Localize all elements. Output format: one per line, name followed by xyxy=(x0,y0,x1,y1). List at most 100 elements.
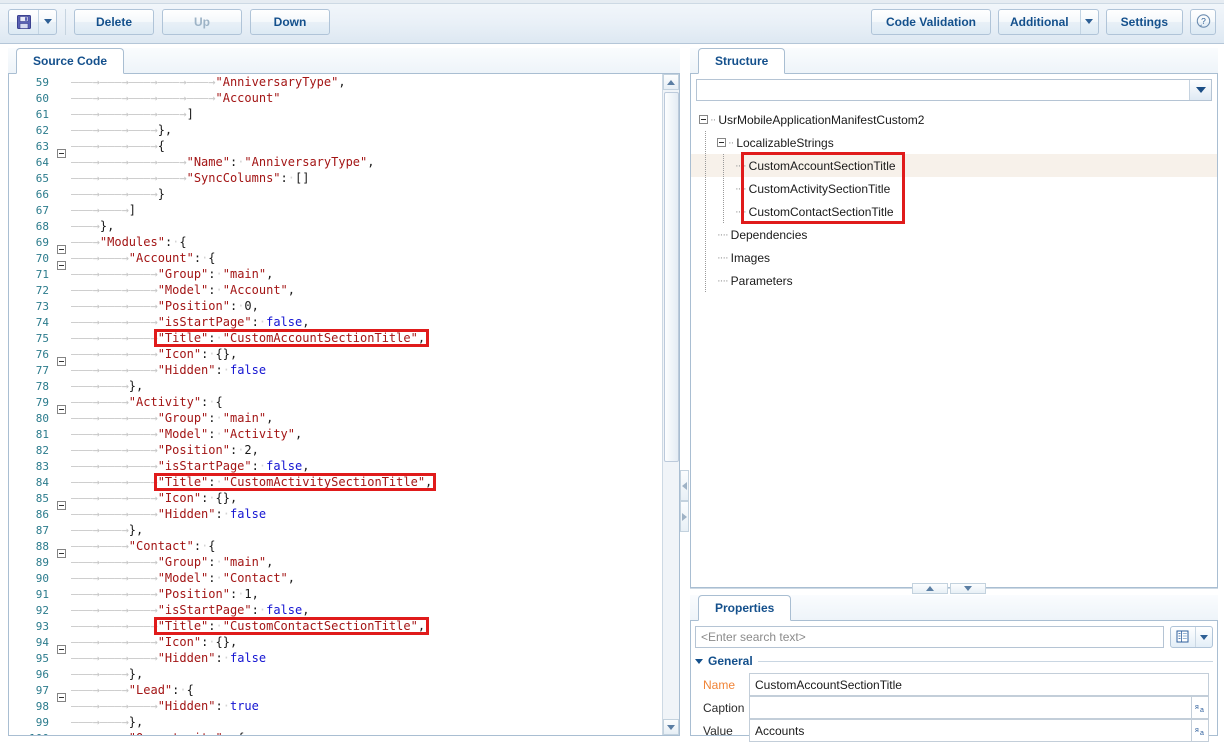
code-line[interactable]: 63 ———→———→———→{ xyxy=(9,138,662,158)
code-line[interactable]: 100 ———→———→"Opportunity":·{ xyxy=(9,730,662,735)
code-line[interactable]: 59 ———→———→———→———→———→"AnniversaryType", xyxy=(9,74,662,90)
splitter-handle[interactable] xyxy=(680,470,689,532)
structure-search-input[interactable] xyxy=(697,80,1189,100)
code-line[interactable]: 87 ———→———→}, xyxy=(9,522,662,538)
scroll-down-button[interactable] xyxy=(663,719,679,735)
code-line[interactable]: 94 ———→———→———→"Icon":·{}, xyxy=(9,634,662,654)
tree-node-label[interactable]: UsrMobileApplicationManifestCustom2 xyxy=(718,113,924,127)
code-line[interactable]: 74 ———→———→———→"isStartPage":·false, xyxy=(9,314,662,330)
splitter-collapse-right-button[interactable] xyxy=(680,501,689,532)
property-value-field[interactable] xyxy=(749,696,1192,719)
code-line[interactable]: 95 ———→———→———→"Hidden":·false xyxy=(9,650,662,666)
code-line[interactable]: 70 ———→———→"Account":·{ xyxy=(9,250,662,270)
code-line[interactable]: 64 ———→———→———→———→"Name":·"AnniversaryTy… xyxy=(9,154,662,170)
localize-icon[interactable]: яa xyxy=(1192,696,1209,719)
additional-dropdown-arrow[interactable] xyxy=(1079,9,1098,34)
code-line[interactable]: 84 ———→———→———→"Title":·"CustomActivitySe… xyxy=(9,474,662,490)
code-line[interactable]: 93 ———→———→———→"Title":·"CustomContactSec… xyxy=(9,618,662,634)
property-value-field[interactable]: CustomAccountSectionTitle xyxy=(749,673,1209,696)
code-line[interactable]: 82 ———→———→———→"Position":·2, xyxy=(9,442,662,458)
properties-toolbar-button[interactable] xyxy=(1170,626,1213,648)
code-line[interactable]: 68 ———→}, xyxy=(9,218,662,234)
collapse-icon[interactable] xyxy=(57,549,66,558)
tree-leaf[interactable]: ···· Dependencies xyxy=(691,223,1217,246)
tree-node-label[interactable]: Parameters xyxy=(731,274,793,288)
collapse-icon[interactable] xyxy=(57,645,66,654)
code-line[interactable]: 86 ———→———→———→"Hidden":·false xyxy=(9,506,662,522)
code-line[interactable]: 65 ———→———→———→———→"SyncColumns":·[] xyxy=(9,170,662,186)
code-line[interactable]: 61 ———→———→———→———→] xyxy=(9,106,662,122)
code-line[interactable]: 92 ———→———→———→"isStartPage":·false, xyxy=(9,602,662,618)
code-line[interactable]: 85 ———→———→———→"Icon":·{}, xyxy=(9,490,662,510)
code-line[interactable]: 91 ———→———→———→"Position":·1, xyxy=(9,586,662,602)
collapse-icon[interactable] xyxy=(57,149,66,158)
localize-icon[interactable]: яa xyxy=(1192,719,1209,742)
tree-node[interactable]: ·· LocalizableStrings xyxy=(691,131,1217,154)
settings-button[interactable]: Settings xyxy=(1105,8,1183,35)
collapse-icon[interactable] xyxy=(57,693,66,702)
code-line[interactable]: 97 ———→———→"Lead":·{ xyxy=(9,682,662,702)
property-list-icon[interactable] xyxy=(1171,627,1195,647)
code-line[interactable]: 88 ———→———→"Contact":·{ xyxy=(9,538,662,558)
triangle-down-icon[interactable] xyxy=(695,658,703,664)
code-validation-button[interactable]: Code Validation xyxy=(870,8,991,35)
tab-properties[interactable]: Properties xyxy=(698,595,792,621)
save-dropdown-arrow[interactable] xyxy=(38,9,56,34)
code-line[interactable]: 90 ———→———→———→"Model":·"Contact", xyxy=(9,570,662,586)
splitter-collapse-up-button[interactable] xyxy=(912,583,948,594)
collapse-icon[interactable] xyxy=(57,245,66,254)
tab-structure[interactable]: Structure xyxy=(698,48,786,74)
code-line[interactable]: 69 ———→"Modules":·{ xyxy=(9,234,662,254)
tree-leaf[interactable]: ···· Images xyxy=(691,246,1217,269)
code-line[interactable]: 98 ———→———→———→"Hidden":·true xyxy=(9,698,662,714)
code-line[interactable]: 78 ———→———→}, xyxy=(9,378,662,394)
code-vertical-scrollbar[interactable] xyxy=(662,74,679,735)
collapse-icon[interactable] xyxy=(57,261,66,270)
code-line[interactable]: 81 ———→———→———→"Model":·"Activity", xyxy=(9,426,662,442)
tree-node[interactable]: ·· UsrMobileApplicationManifestCustom2 xyxy=(691,108,1217,131)
code-line[interactable]: 73 ———→———→———→"Position":·0, xyxy=(9,298,662,314)
collapse-icon[interactable] xyxy=(57,501,66,510)
tree-node-label[interactable]: LocalizableStrings xyxy=(736,136,833,150)
collapse-icon[interactable] xyxy=(717,138,726,147)
code-line[interactable]: 96 ———→———→}, xyxy=(9,666,662,682)
scroll-up-button[interactable] xyxy=(663,74,679,90)
up-button[interactable]: Up xyxy=(162,8,242,35)
code-line[interactable]: 89 ———→———→———→"Group":·"main", xyxy=(9,554,662,570)
tree-leaf[interactable]: ···· CustomAccountSectionTitle xyxy=(691,154,1217,177)
additional-button[interactable]: Additional xyxy=(997,8,1099,35)
code-line[interactable]: 79 ———→———→"Activity":·{ xyxy=(9,394,662,414)
code-line[interactable]: 99 ———→———→}, xyxy=(9,714,662,730)
code-line[interactable]: 72 ———→———→———→"Model":·"Account", xyxy=(9,282,662,298)
vertical-splitter[interactable] xyxy=(680,48,688,736)
code-editor[interactable]: 59 ———→———→———→———→———→"AnniversaryType",… xyxy=(9,74,662,735)
tree-node-label[interactable]: CustomActivitySectionTitle xyxy=(749,182,891,196)
floppy-disk-icon[interactable] xyxy=(9,10,38,34)
properties-group-general[interactable]: General xyxy=(695,653,1213,669)
tree-node-label[interactable]: CustomAccountSectionTitle xyxy=(749,159,896,173)
code-line[interactable]: 75 ———→———→———→"Title":·"CustomAccountSec… xyxy=(9,330,662,346)
tree-leaf[interactable]: ···· CustomContactSectionTitle xyxy=(691,200,1217,223)
properties-search-field[interactable]: <Enter search text> xyxy=(695,626,1164,648)
tab-source-code[interactable]: Source Code xyxy=(16,48,125,74)
help-button[interactable]: ? xyxy=(1190,8,1216,35)
code-line[interactable]: 62 ———→———→———→}, xyxy=(9,122,662,138)
delete-button[interactable]: Delete xyxy=(74,8,154,35)
collapse-icon[interactable] xyxy=(57,405,66,414)
structure-tree[interactable]: ·· UsrMobileApplicationManifestCustom2 ·· L… xyxy=(691,108,1217,587)
property-value-field[interactable]: Accounts xyxy=(749,719,1192,742)
code-line[interactable]: 66 ———→———→———→} xyxy=(9,186,662,202)
collapse-icon[interactable] xyxy=(57,357,66,366)
code-line[interactable]: 76 ———→———→———→"Icon":·{}, xyxy=(9,346,662,366)
scroll-thumb[interactable] xyxy=(664,92,679,462)
down-button[interactable]: Down xyxy=(250,8,330,35)
horizontal-splitter[interactable] xyxy=(690,583,1218,595)
splitter-collapse-left-button[interactable] xyxy=(680,470,689,501)
structure-search-combo[interactable] xyxy=(696,79,1212,101)
save-button[interactable] xyxy=(8,8,57,35)
code-line[interactable]: 83 ———→———→———→"isStartPage":·false, xyxy=(9,458,662,474)
code-line[interactable]: 80 ———→———→———→"Group":·"main", xyxy=(9,410,662,426)
tree-leaf[interactable]: ···· Parameters xyxy=(691,269,1217,292)
splitter-collapse-down-button[interactable] xyxy=(950,583,986,594)
code-line[interactable]: 77 ———→———→———→"Hidden":·false xyxy=(9,362,662,378)
